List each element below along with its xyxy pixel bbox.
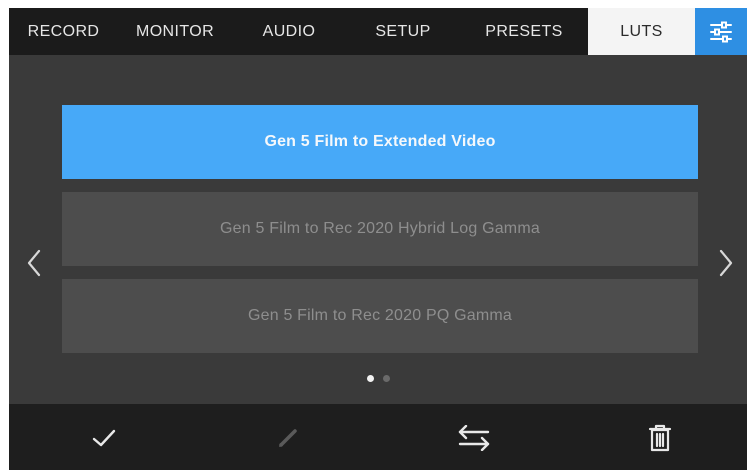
checkmark-icon <box>92 429 116 447</box>
lut-item-selected[interactable]: Gen 5 Film to Extended Video <box>62 105 698 179</box>
page-dot[interactable] <box>382 375 390 382</box>
trash-icon <box>648 424 672 452</box>
swap-button[interactable] <box>457 421 491 455</box>
lut-item[interactable]: Gen 5 Film to Rec 2020 Hybrid Log Gamma <box>62 192 698 266</box>
page-indicator <box>9 375 747 382</box>
chevron-right-icon[interactable] <box>715 248 735 278</box>
tab-record[interactable]: RECORD <box>9 8 118 55</box>
tab-luts[interactable]: LUTS <box>588 8 695 55</box>
tab-setup[interactable]: SETUP <box>346 8 460 55</box>
chevron-left-icon[interactable] <box>25 248 45 278</box>
tab-monitor[interactable]: MONITOR <box>118 8 232 55</box>
tab-bar: RECORD MONITOR AUDIO SETUP PRESETS LUTS <box>9 8 747 55</box>
sliders-icon <box>710 21 732 42</box>
bottom-toolbar <box>9 404 747 470</box>
edit-button[interactable] <box>271 421 305 455</box>
lut-item[interactable]: Gen 5 Film to Rec 2020 PQ Gamma <box>62 279 698 353</box>
tab-presets[interactable]: PRESETS <box>460 8 588 55</box>
tab-settings[interactable] <box>695 8 747 55</box>
pencil-icon <box>279 429 297 447</box>
confirm-button[interactable] <box>87 421 121 455</box>
delete-button[interactable] <box>643 421 677 455</box>
swap-arrows-icon <box>458 425 490 451</box>
tab-audio[interactable]: AUDIO <box>232 8 346 55</box>
camera-lcd-screen: RECORD MONITOR AUDIO SETUP PRESETS LUTS <box>9 8 747 470</box>
page-dot-active[interactable] <box>366 375 374 382</box>
